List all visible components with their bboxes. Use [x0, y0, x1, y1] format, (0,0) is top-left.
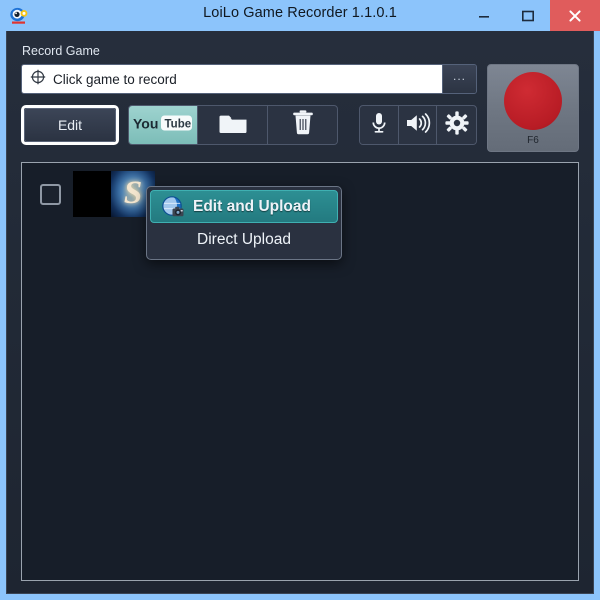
menu-item-direct-upload[interactable]: Direct Upload	[150, 223, 338, 256]
minimize-button[interactable]	[462, 0, 506, 31]
close-icon	[569, 9, 581, 22]
record-hotkey-label: F6	[527, 135, 539, 146]
open-folder-button[interactable]	[198, 106, 268, 144]
browse-button[interactable]: ...	[442, 65, 476, 93]
game-input[interactable]: Click game to record	[22, 65, 442, 93]
volume-button[interactable]	[398, 106, 438, 144]
app-window: LoiLo Game Recorder 1.1.0.1 Record Game …	[0, 0, 600, 600]
globe-camera-icon	[161, 195, 185, 219]
game-thumbnail[interactable]: S	[73, 171, 155, 217]
action-button-group: You Tube	[128, 105, 339, 145]
maximize-icon	[521, 10, 534, 21]
close-button[interactable]	[550, 0, 600, 31]
record-controls-row: Click game to record ... Edit You Tube F…	[21, 64, 579, 152]
gear-icon	[445, 110, 469, 140]
maximize-button[interactable]	[506, 0, 550, 31]
main-panel: Record Game Click game to record ... Edi…	[6, 31, 594, 594]
menu-item-label: Direct Upload	[197, 230, 291, 248]
edit-button-focus-ring: Edit	[21, 105, 119, 145]
settings-button[interactable]	[437, 106, 476, 144]
record-dot-icon	[504, 72, 562, 130]
folder-icon	[218, 112, 248, 139]
crosshair-target-icon	[30, 69, 46, 90]
upload-dropdown-menu[interactable]: Edit and Upload Direct Upload	[146, 186, 342, 260]
record-button[interactable]: F6	[487, 64, 579, 152]
thumbnail-glyph: S	[123, 174, 143, 211]
svg-text:Tube: Tube	[165, 118, 192, 130]
minimize-icon	[479, 15, 489, 18]
edit-button[interactable]: Edit	[24, 108, 116, 142]
microphone-button[interactable]	[360, 106, 399, 144]
title-bar[interactable]: LoiLo Game Recorder 1.1.0.1	[0, 0, 600, 31]
menu-item-edit-and-upload[interactable]: Edit and Upload	[150, 190, 338, 223]
window-controls	[462, 0, 600, 31]
device-button-group	[359, 105, 477, 145]
trash-icon	[292, 109, 314, 141]
row-checkbox[interactable]	[40, 183, 61, 205]
toolbar: Edit You Tube	[21, 105, 477, 145]
youtube-icon: You Tube	[133, 113, 193, 138]
menu-item-label: Edit and Upload	[193, 197, 311, 215]
speaker-volume-icon	[405, 112, 431, 139]
delete-button[interactable]	[267, 106, 338, 144]
record-game-label: Record Game	[22, 44, 100, 58]
microphone-icon	[369, 111, 389, 140]
svg-text:You: You	[133, 115, 158, 131]
game-input-value: Click game to record	[53, 71, 177, 87]
youtube-upload-button[interactable]: You Tube	[129, 106, 199, 144]
game-picker[interactable]: Click game to record ...	[21, 64, 477, 94]
